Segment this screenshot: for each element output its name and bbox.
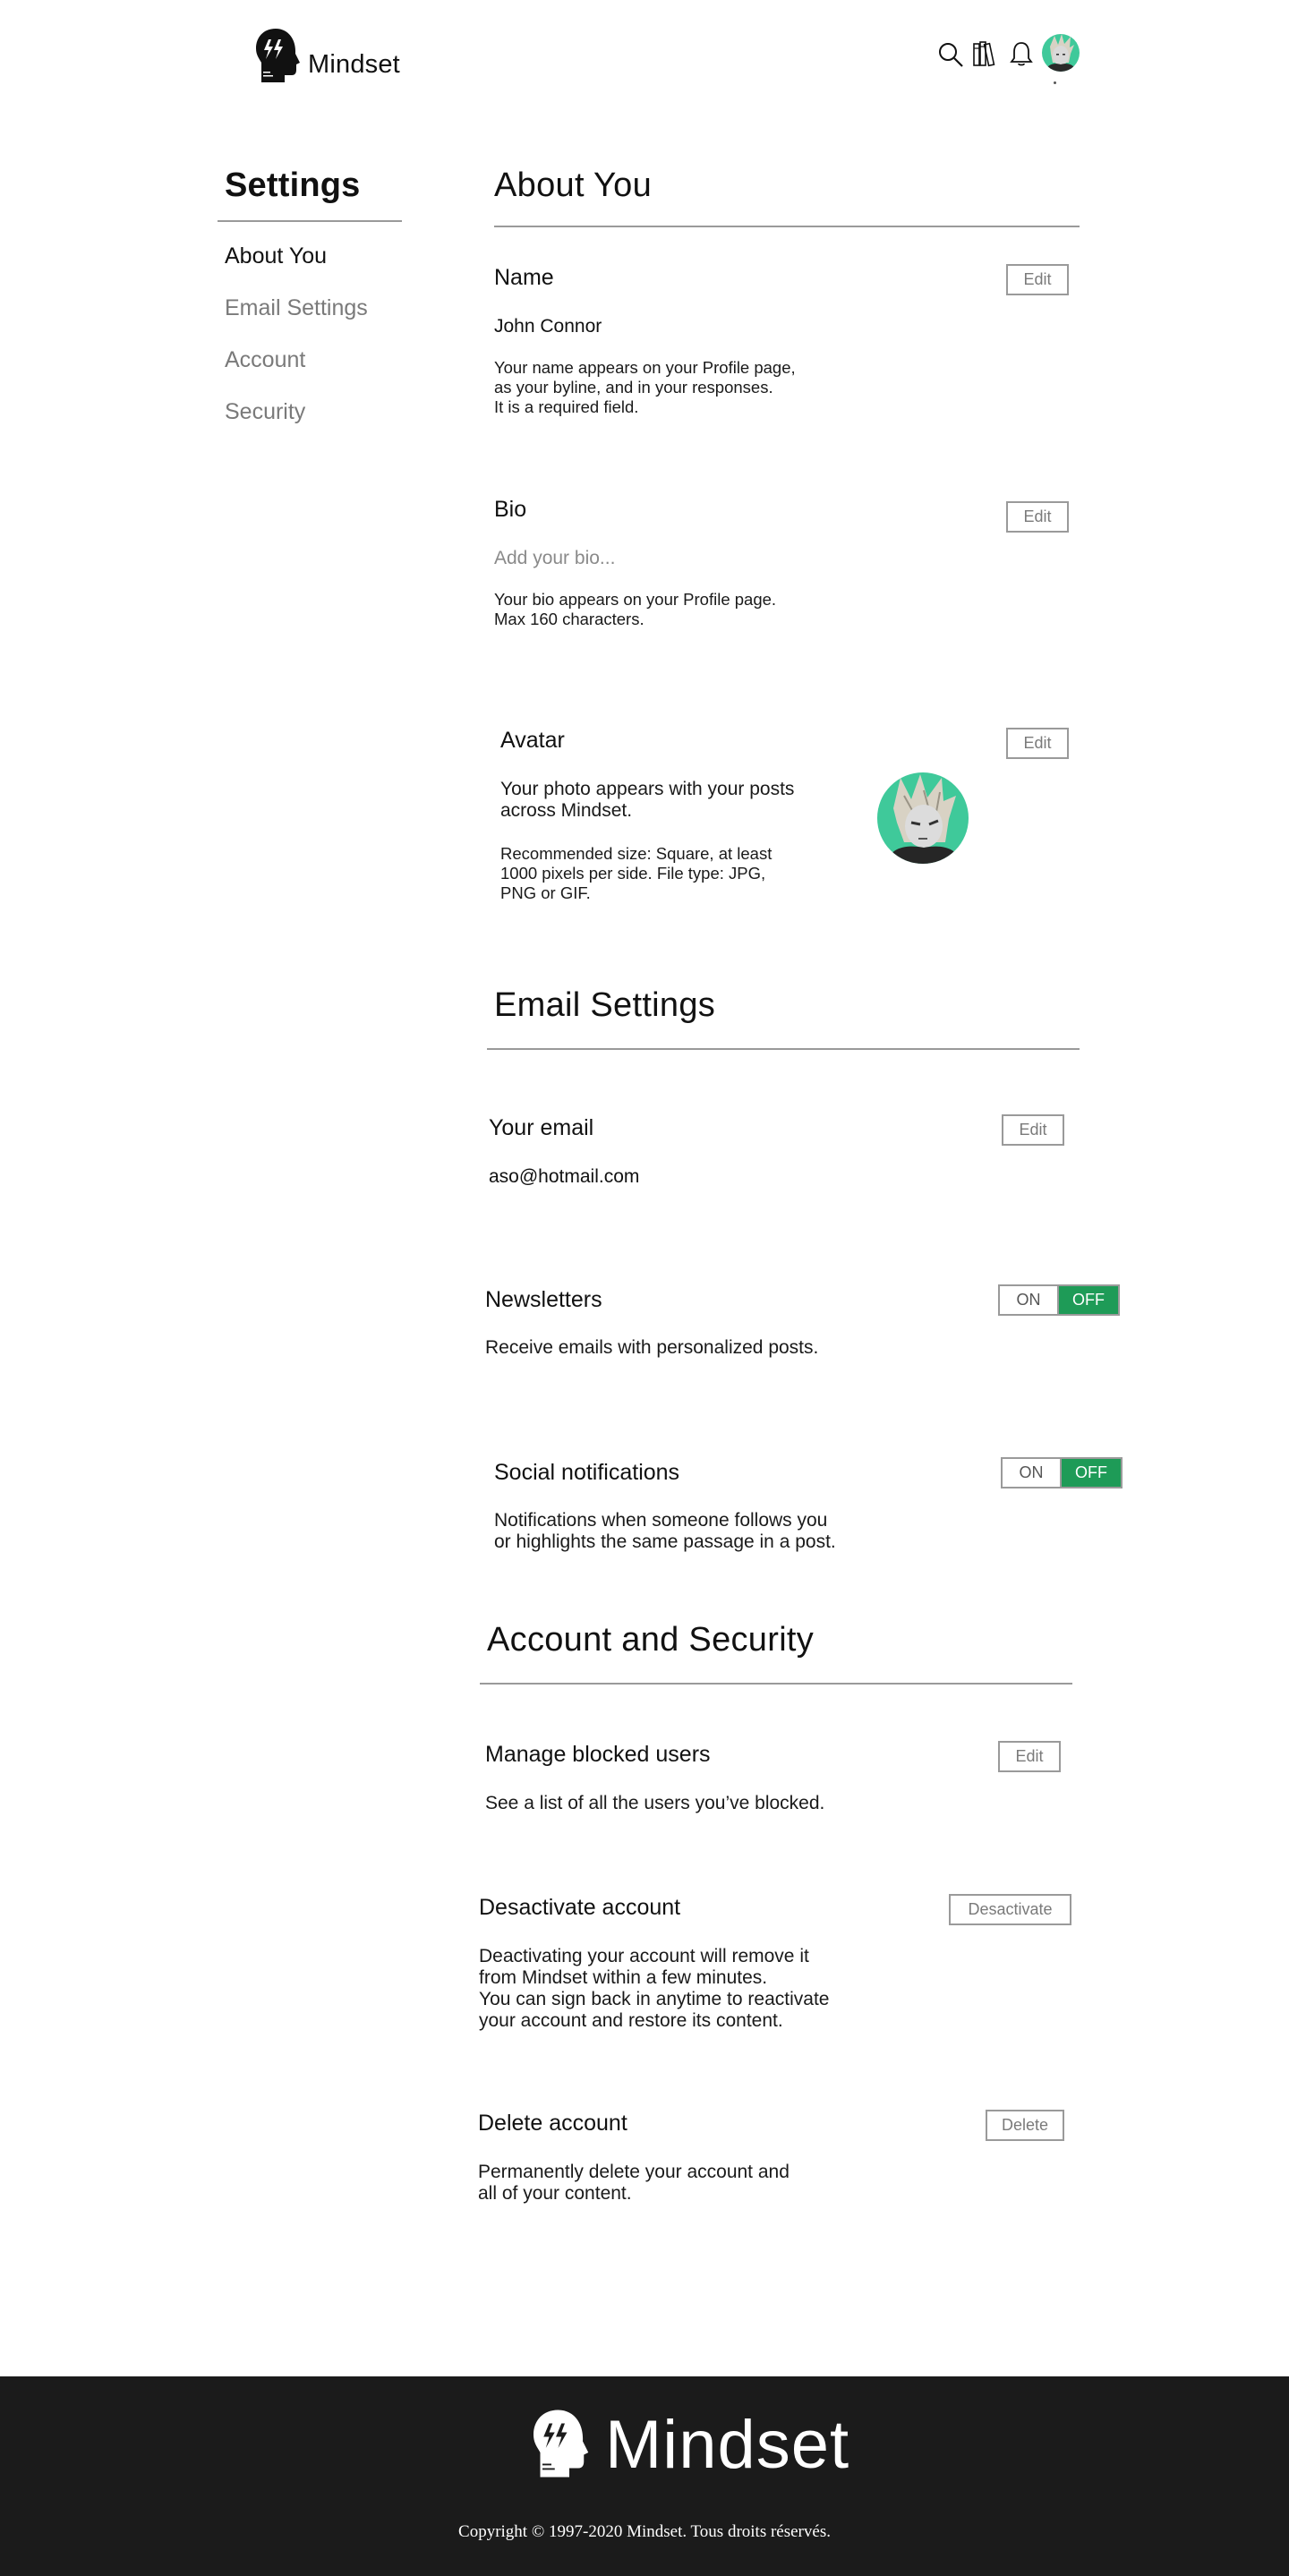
name-description-line: Your name appears on your Profile page, (494, 358, 796, 377)
sidebar-divider (218, 220, 402, 222)
delete-account-title: Delete account (478, 2111, 627, 2136)
brand-name[interactable]: Mindset (308, 50, 400, 80)
section-title-email-settings: Email Settings (494, 986, 716, 1024)
bio-title: Bio (494, 497, 527, 522)
section-title-about-you: About You (494, 166, 653, 204)
delete-account-button[interactable]: Delete (986, 2110, 1064, 2141)
newsletters-description: Receive emails with personalized posts. (485, 1337, 819, 1358)
delete-description-line: Permanently delete your account and (478, 2162, 790, 2182)
footer-logo-icon[interactable] (529, 2408, 592, 2479)
toggle-off-option[interactable]: OFF (1059, 1286, 1118, 1314)
bio-input[interactable]: Add your bio... (494, 548, 615, 569)
blocked-users-description: See a list of all the users you’ve block… (485, 1793, 825, 1813)
name-value: John Connor (494, 316, 602, 337)
edit-email-button[interactable]: Edit (1002, 1114, 1064, 1146)
toggle-on-option[interactable]: ON (1003, 1459, 1062, 1487)
section-divider (487, 1048, 1080, 1050)
deactivate-description: Deactivating your account will remove it… (479, 1946, 829, 2032)
bell-icon[interactable] (1007, 38, 1036, 69)
edit-name-button[interactable]: Edit (1006, 264, 1069, 295)
sidebar-item-email-settings[interactable]: Email Settings (225, 295, 368, 321)
bio-description-line: Max 160 characters. (494, 610, 644, 628)
search-icon[interactable] (936, 39, 965, 70)
footer-brand-name[interactable]: Mindset (605, 2406, 849, 2484)
deactivate-account-title: Desactivate account (479, 1895, 681, 1920)
toggle-on-option[interactable]: ON (1000, 1286, 1059, 1314)
avatar-description-line: Your photo appears with your posts (500, 779, 795, 799)
mindset-logo-icon[interactable] (254, 27, 301, 84)
social-description-line: or highlights the same passage in a post… (494, 1531, 836, 1552)
library-icon[interactable] (971, 38, 1000, 68)
toggle-off-option[interactable]: OFF (1062, 1459, 1121, 1487)
sidebar-item-account[interactable]: Account (225, 347, 305, 373)
name-description: Your name appears on your Profile page, … (494, 358, 796, 417)
social-notifications-toggle[interactable]: ON OFF (1001, 1457, 1123, 1488)
user-avatar[interactable] (1042, 34, 1080, 72)
newsletters-title: Newsletters (485, 1287, 602, 1312)
sidebar-title: Settings (225, 166, 361, 204)
social-description-line: Notifications when someone follows you (494, 1510, 828, 1531)
status-dot (1054, 81, 1056, 84)
name-description-line: as your byline, and in your responses. (494, 378, 773, 397)
name-title: Name (494, 265, 554, 290)
social-notifications-description: Notifications when someone follows you o… (494, 1510, 836, 1553)
avatar-requirements: Recommended size: Square, at least 1000 … (500, 844, 772, 903)
deactivate-description-line: from Mindset within a few minutes. (479, 1967, 768, 1988)
deactivate-description-line: You can sign back in anytime to reactiva… (479, 1989, 830, 2009)
sidebar-item-security[interactable]: Security (225, 399, 305, 425)
section-title-account-security: Account and Security (487, 1621, 815, 1659)
bio-description-line: Your bio appears on your Profile page. (494, 590, 777, 609)
deactivate-description-line: Deactivating your account will remove it (479, 1946, 809, 1966)
edit-bio-button[interactable]: Edit (1006, 501, 1069, 533)
edit-blocked-users-button[interactable]: Edit (998, 1741, 1061, 1772)
avatar-image (877, 772, 969, 864)
section-divider (494, 226, 1080, 227)
deactivate-button[interactable]: Desactivate (949, 1894, 1071, 1925)
footer-copyright: Copyright © 1997-2020 Mindset. Tous droi… (458, 2522, 831, 2541)
your-email-title: Your email (489, 1115, 594, 1140)
section-divider (480, 1683, 1072, 1685)
delete-description-line: all of your content. (478, 2183, 632, 2204)
sidebar-item-about-you[interactable]: About You (225, 243, 327, 269)
avatar-requirements-line: 1000 pixels per side. File type: JPG, (500, 864, 766, 883)
avatar-requirements-line: Recommended size: Square, at least (500, 844, 773, 863)
blocked-users-title: Manage blocked users (485, 1742, 711, 1767)
email-value: aso@hotmail.com (489, 1166, 640, 1187)
avatar-description-line: across Mindset. (500, 800, 633, 821)
edit-avatar-button[interactable]: Edit (1006, 728, 1069, 759)
avatar-title: Avatar (500, 728, 565, 753)
newsletters-toggle[interactable]: ON OFF (998, 1284, 1120, 1316)
avatar-requirements-line: PNG or GIF. (500, 883, 591, 902)
bio-description: Your bio appears on your Profile page. M… (494, 590, 776, 629)
social-notifications-title: Social notifications (494, 1460, 680, 1485)
avatar-description: Your photo appears with your posts acros… (500, 779, 794, 822)
delete-account-description: Permanently delete your account and all … (478, 2162, 790, 2205)
deactivate-description-line: your account and restore its content. (479, 2010, 783, 2031)
name-description-line: It is a required field. (494, 397, 639, 416)
